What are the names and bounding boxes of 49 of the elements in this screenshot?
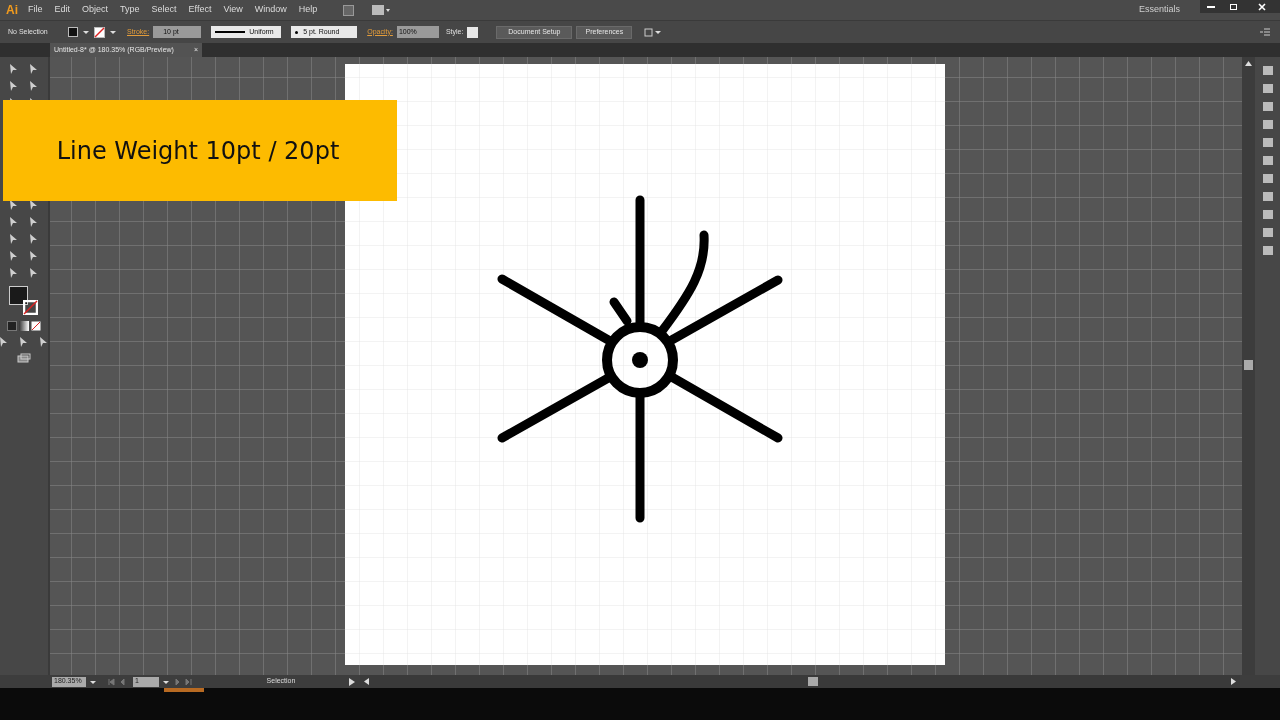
menu-item[interactable]: Help — [298, 3, 318, 17]
panel-icon[interactable] — [1261, 209, 1274, 220]
menu-item[interactable]: File — [28, 3, 43, 17]
workspace-switcher[interactable]: Essentials — [1138, 3, 1180, 17]
bridge-icon[interactable] — [343, 4, 355, 16]
play-icon[interactable] — [349, 677, 355, 686]
arrange-documents-icon[interactable] — [372, 5, 391, 15]
page-nav-icon[interactable] — [108, 677, 128, 686]
menu-item[interactable]: Window — [254, 3, 287, 17]
color-mode-button[interactable] — [7, 321, 17, 331]
panel-icon[interactable] — [1261, 173, 1274, 184]
stroke-swatch[interactable] — [94, 26, 105, 38]
panel-icon[interactable] — [1261, 227, 1274, 238]
menu-item[interactable]: View — [223, 3, 243, 17]
scrollbar-thumb[interactable] — [1244, 360, 1253, 370]
app-logo: Ai — [6, 2, 18, 19]
panel-icon[interactable] — [1261, 83, 1274, 94]
panel-icon[interactable] — [1261, 137, 1274, 148]
panel-icon[interactable] — [1261, 101, 1274, 112]
fill-color-swatch[interactable] — [9, 286, 28, 305]
panel-icon[interactable] — [1261, 155, 1274, 166]
scroll-up-icon[interactable] — [1245, 61, 1252, 66]
caption-text: Line Weight 10pt / 20pt — [56, 135, 341, 167]
panel-icon[interactable] — [1261, 119, 1274, 130]
scroll-right-icon[interactable] — [1231, 678, 1236, 685]
scrollbar-thumb[interactable] — [808, 677, 818, 686]
screen-mode-icon[interactable] — [17, 353, 31, 363]
panel-icon[interactable] — [1261, 65, 1274, 76]
menu-item[interactable]: Edit — [54, 3, 71, 17]
none-mode-button[interactable] — [31, 321, 41, 331]
close-icon — [1258, 2, 1266, 11]
menu-item[interactable]: Select — [151, 3, 177, 17]
scroll-left-icon[interactable] — [364, 678, 369, 685]
isolate-icon[interactable] — [644, 27, 663, 37]
close-button[interactable] — [1244, 0, 1280, 13]
menu-item[interactable]: Effect — [188, 3, 212, 17]
vertical-scrollbar[interactable] — [1242, 57, 1255, 675]
panel-icon[interactable] — [1261, 245, 1274, 256]
sun-symbol-drawing[interactable] — [497, 195, 783, 523]
menu-item[interactable]: Type — [120, 3, 140, 17]
fill-swatch[interactable] — [68, 27, 78, 37]
style-swatch[interactable] — [467, 26, 479, 38]
stroke-color-swatch[interactable] — [23, 300, 38, 315]
panel-icon[interactable] — [1261, 191, 1274, 202]
gradient-mode-button[interactable] — [19, 321, 29, 331]
taskbar-highlight — [164, 688, 204, 692]
minimize-button[interactable] — [1200, 0, 1222, 13]
panel-menu-icon[interactable] — [1260, 28, 1270, 36]
menu-item[interactable]: Object — [82, 3, 109, 17]
